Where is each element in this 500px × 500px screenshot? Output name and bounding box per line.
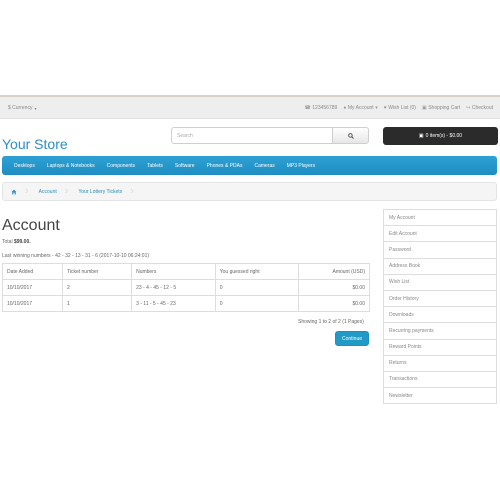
column-header: Amount (USD): [298, 263, 370, 280]
wish-list-label: Wish List (0): [388, 105, 416, 111]
cart-summary: 0 item(s) - $0.00: [425, 133, 463, 139]
table-cell: 23 - 4 - 45 - 12 - 5: [131, 279, 216, 296]
top-links: ☎ 123456789 ● My Account ▾ ♥ Wish List (…: [305, 105, 493, 111]
sidebar-item-password[interactable]: Password: [384, 242, 496, 259]
phone-number: 123456789: [312, 105, 338, 111]
cart-icon: ▣: [418, 133, 424, 139]
user-icon: ●: [343, 105, 347, 111]
sidebar-item-recurring-payments[interactable]: Recurring payments: [384, 323, 496, 340]
sidebar-item-my-account[interactable]: My Account: [384, 210, 496, 227]
column-header: Numbers: [131, 263, 216, 280]
breadcrumb-separator: ›: [64, 185, 69, 197]
table-cell: 10/10/2017: [2, 279, 63, 296]
breadcrumb-account[interactable]: Account ›: [39, 186, 79, 197]
share-icon: ↪: [466, 105, 471, 111]
menu-item-desktops[interactable]: Desktops: [14, 163, 35, 169]
menu-item-mp3[interactable]: MP3 Players: [287, 163, 315, 169]
breadcrumb-lottery-label: Your Lottery Tickets: [78, 188, 123, 195]
currency-dropdown[interactable]: $ Currency ▾: [8, 105, 36, 111]
top-bar: $ Currency ▾ ☎ 123456789 ● My Account ▾ …: [0, 97, 500, 119]
sidebar-item-address-book[interactable]: Address Book: [384, 259, 496, 275]
breadcrumb-lottery-tickets[interactable]: Your Lottery Tickets ›: [78, 186, 143, 197]
menu-item-laptops[interactable]: Laptops & Notebooks: [47, 163, 95, 169]
total-line: Total $99.00.: [2, 239, 31, 245]
sidebar-item-newsletter[interactable]: Newsletter: [384, 388, 496, 405]
table-cell: 0: [214, 295, 300, 312]
breadcrumb-separator: ›: [130, 185, 134, 197]
page-title: Account: [2, 217, 60, 234]
table-header-row: Date Added Ticket number Numbers You gue…: [2, 263, 370, 280]
table-cell: $0.00: [298, 279, 370, 296]
sidebar-item-edit-account[interactable]: Edit Account: [384, 226, 496, 243]
search-input[interactable]: [171, 127, 333, 144]
cart-button[interactable]: ▣ 0 item(s) - $0.00: [383, 127, 498, 145]
column-header: You guessed right: [214, 263, 300, 280]
menu-item-cameras[interactable]: Cameras: [254, 163, 274, 169]
caret-down-icon: ▾: [375, 105, 378, 111]
account-sidebar: My Account Edit Account Password Address…: [383, 209, 497, 405]
pagination-summary: Showing 1 to 2 of 2 (1 Pages): [298, 319, 364, 325]
table-cell: 0: [214, 279, 300, 296]
store-logo[interactable]: Your Store: [2, 136, 68, 152]
breadcrumb-home[interactable]: ›: [11, 186, 39, 197]
column-header: Date Added: [2, 263, 63, 280]
my-account-label: My Account: [347, 105, 374, 111]
sidebar-item-returns[interactable]: Returns: [384, 356, 496, 372]
table-cell: 1: [61, 295, 133, 312]
table-row: 10/10/2017 1 3 - 11 - 5 - 45 - 23 0 $0.0…: [2, 295, 370, 312]
cart-icon: ▣: [421, 105, 427, 111]
table-cell: 3 - 11 - 5 - 45 - 23: [131, 295, 216, 312]
sidebar-item-reward-points[interactable]: Reward Points: [384, 340, 496, 356]
checkout-label: Checkout: [471, 105, 493, 111]
menu-item-components[interactable]: Components: [107, 163, 135, 169]
total-label: Total: [2, 239, 13, 245]
my-account-link[interactable]: ● My Account ▾: [343, 105, 377, 111]
shopping-cart-label: Shopping Cart: [428, 105, 461, 111]
table-row: 10/10/2017 2 23 - 4 - 45 - 12 - 5 0 $0.0…: [2, 279, 370, 296]
search-icon: [347, 132, 354, 139]
search-bar: [171, 127, 369, 144]
phone-link[interactable]: ☎ 123456789: [305, 105, 338, 111]
table-cell: 10/10/2017: [2, 295, 63, 312]
total-value: $99.00.: [13, 239, 31, 245]
phone-icon: ☎: [304, 105, 311, 111]
wish-list-link[interactable]: ♥ Wish List (0): [384, 105, 416, 111]
menu-item-tablets[interactable]: Tablets: [147, 163, 163, 169]
main-menu: Desktops Laptops & Notebooks Components …: [2, 156, 497, 175]
caret-down-icon: ▾: [34, 105, 37, 111]
breadcrumb: › Account › Your Lottery Tickets ›: [2, 182, 497, 201]
sidebar-item-downloads[interactable]: Downloads: [384, 307, 496, 324]
heart-icon: ♥: [383, 105, 387, 111]
sidebar-item-wish-list[interactable]: Wish List: [384, 275, 496, 291]
home-icon: [11, 189, 17, 194]
menu-item-phones[interactable]: Phones & PDAs: [207, 163, 243, 169]
shopping-cart-link[interactable]: ▣ Shopping Cart: [422, 105, 460, 111]
menu-item-software[interactable]: Software: [175, 163, 195, 169]
table-cell: $0.00: [298, 295, 370, 312]
table-cell: 2: [61, 279, 133, 296]
tickets-table: Date Added Ticket number Numbers You gue…: [2, 263, 370, 312]
column-header: Ticket number: [61, 263, 133, 280]
breadcrumb-account-label: Account: [38, 188, 57, 195]
breadcrumb-separator: ›: [25, 185, 29, 197]
winning-numbers: Last winning numbers - 42 - 32 - 13 - 31…: [2, 253, 150, 259]
sidebar-item-transactions[interactable]: Transactions: [384, 372, 496, 389]
checkout-link[interactable]: ↪ Checkout: [466, 105, 493, 111]
currency-label: $ Currency: [8, 105, 33, 111]
sidebar-item-order-history[interactable]: Order History: [384, 291, 496, 308]
search-button[interactable]: [333, 127, 369, 144]
continue-button[interactable]: Continue: [335, 331, 369, 346]
